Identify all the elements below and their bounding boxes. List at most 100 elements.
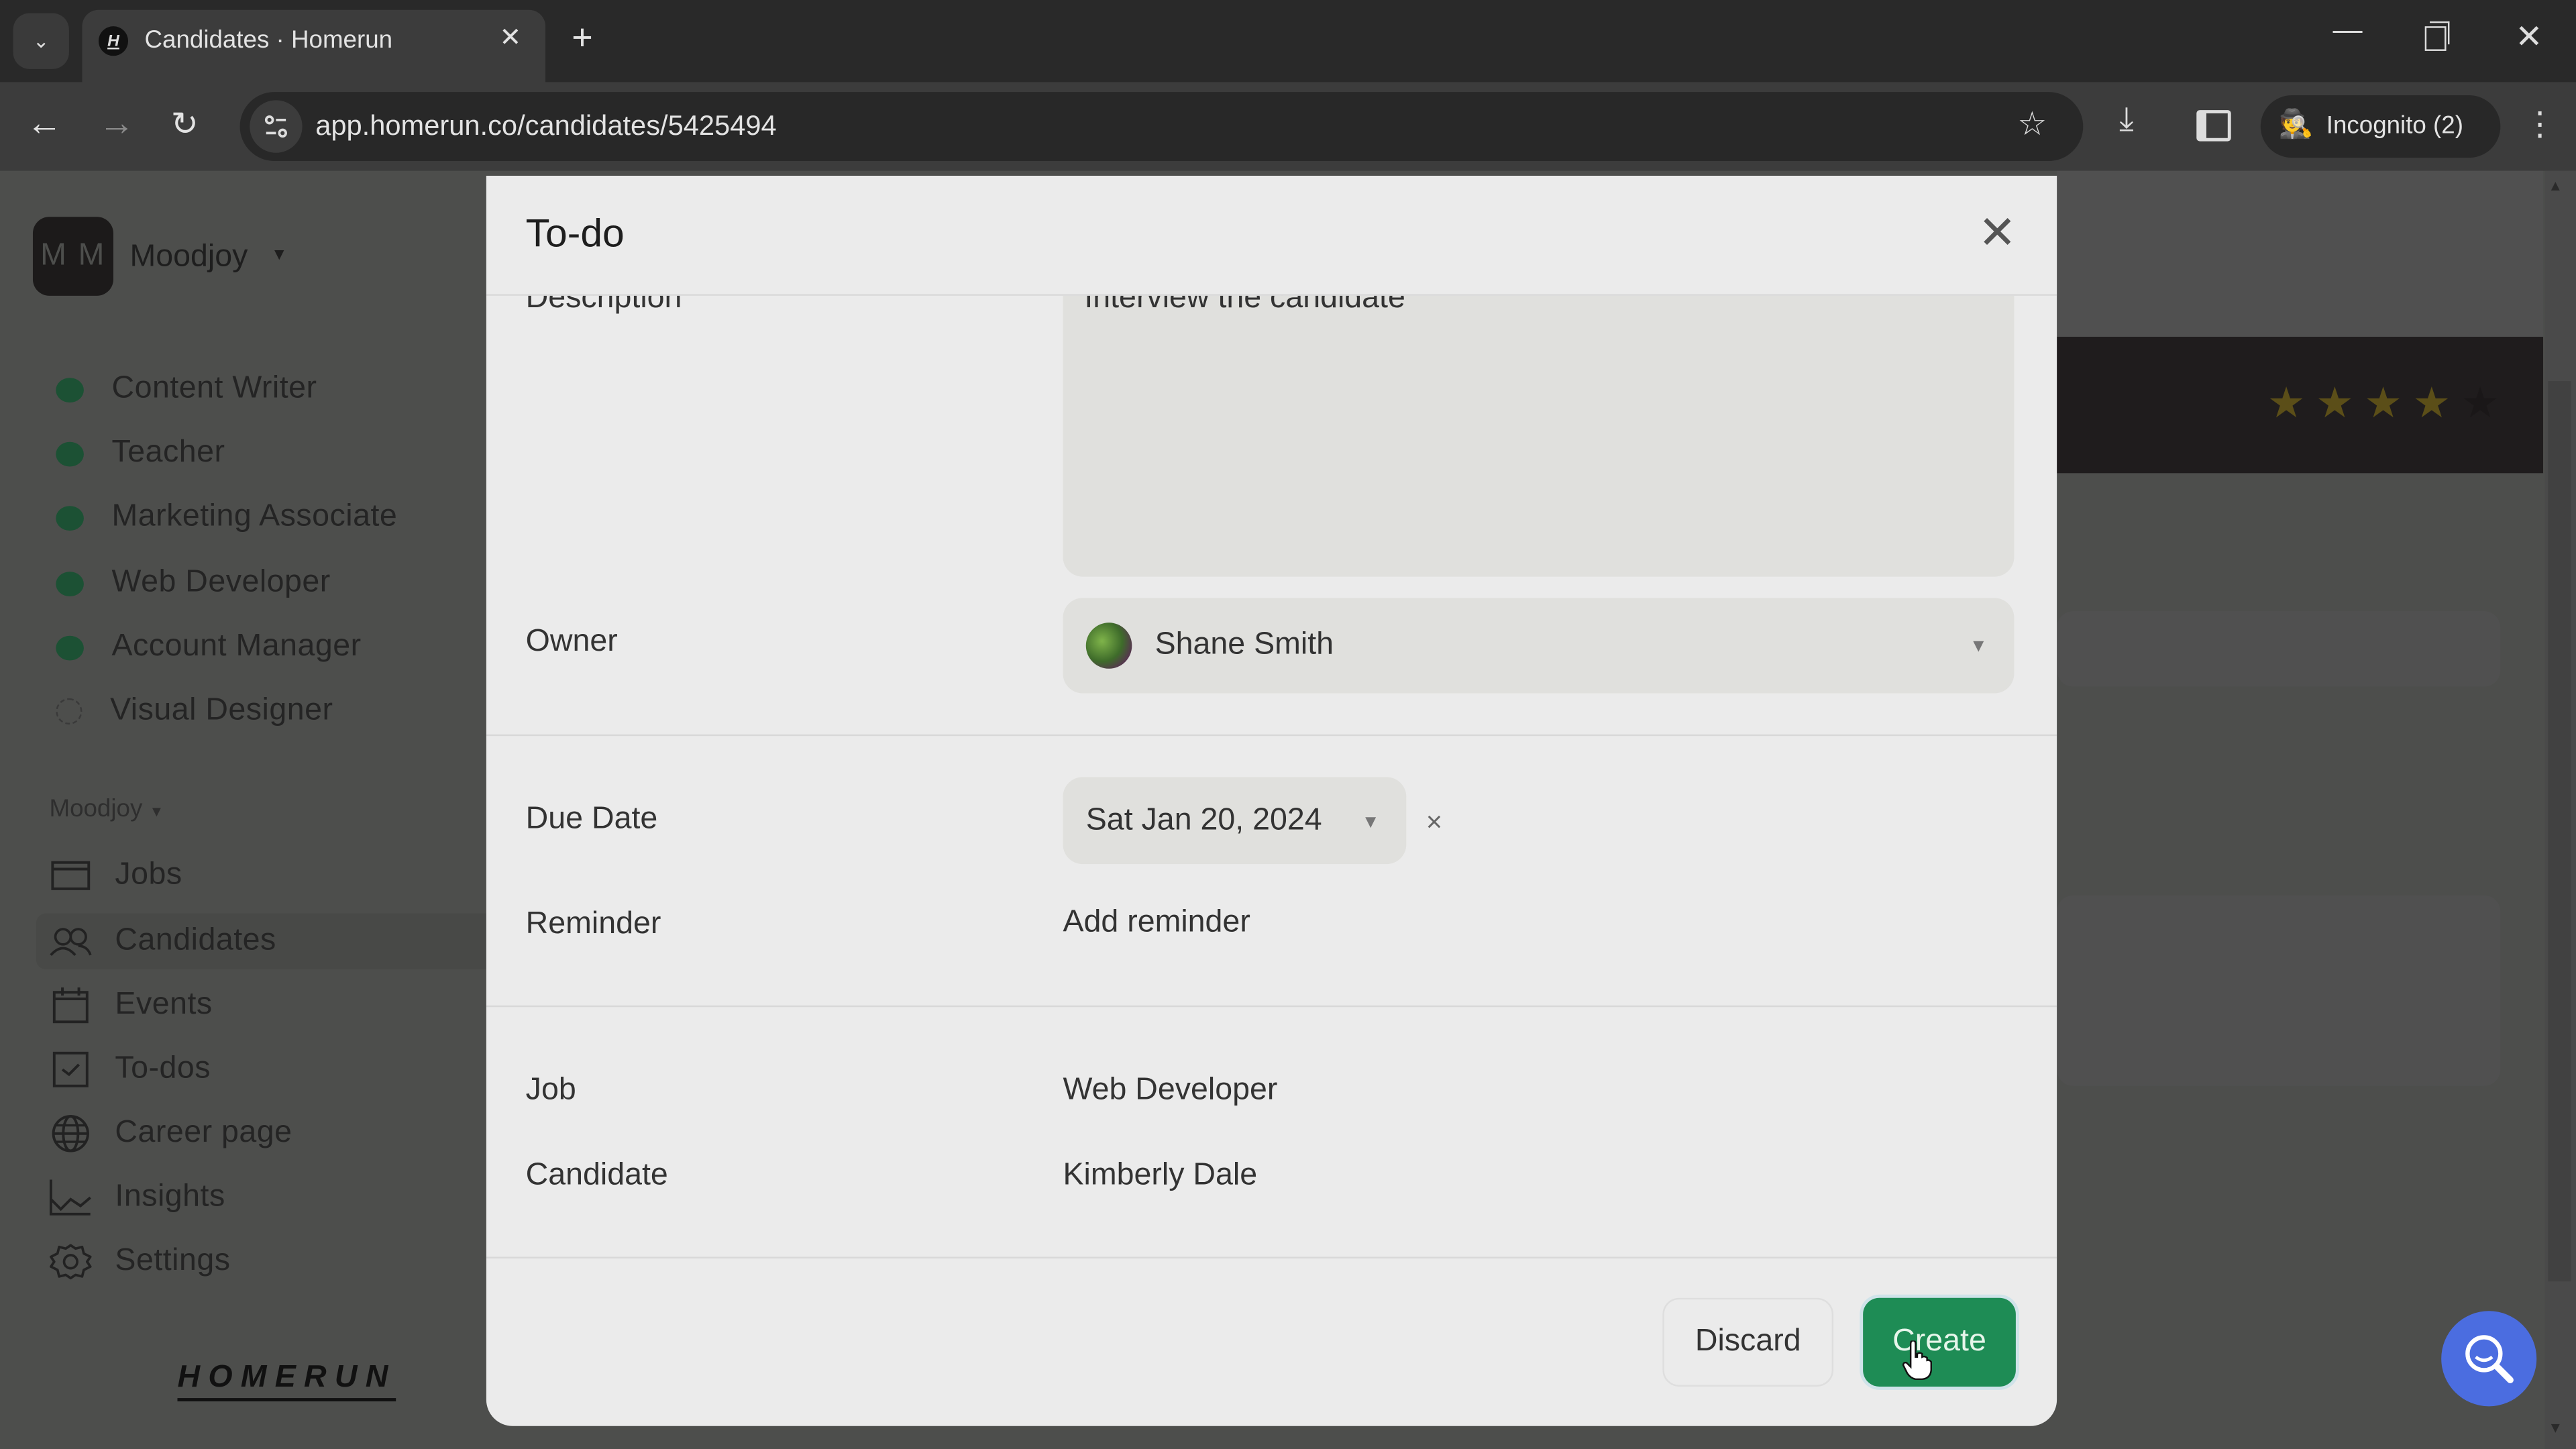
job-label: Teacher	[111, 435, 225, 470]
calendar-icon	[49, 984, 92, 1027]
chart-icon	[49, 1176, 92, 1219]
status-dot-icon	[56, 505, 84, 530]
section-divider	[486, 734, 2057, 737]
hand-cursor-icon	[1902, 1340, 1933, 1388]
chevron-down-icon[interactable]: ▾	[1973, 633, 1984, 659]
scroll-down-arrow-icon[interactable]: ▼	[2548, 1419, 2563, 1436]
url-text[interactable]: app.homerun.co/candidates/5425494	[315, 110, 776, 143]
sidebar-job-item[interactable]: Visual Designer	[56, 687, 333, 736]
nav-label: Candidates	[115, 923, 276, 958]
nav-label: Jobs	[115, 857, 182, 892]
tab-title: Candidates · Homerun	[144, 26, 393, 54]
owner-avatar	[1085, 623, 1132, 669]
star-filled-icon: ★	[2315, 378, 2354, 427]
discard-button[interactable]: Discard	[1662, 1297, 1834, 1387]
candidate-value: Kimberly Dale	[1063, 1158, 1258, 1193]
reload-button[interactable]: ↻	[171, 103, 199, 144]
window-restore-button[interactable]	[2424, 26, 2447, 51]
sidebar-section-header[interactable]: Moodjoy ▼	[49, 795, 164, 823]
status-dot-icon	[56, 571, 84, 596]
download-icon[interactable]: ⤓	[2119, 102, 2134, 140]
star-filled-icon: ★	[2364, 378, 2403, 427]
todo-modal: To-do ✕ Description Interview the candid…	[486, 176, 2057, 1426]
nav-label: Insights	[115, 1179, 225, 1214]
tune-icon	[264, 115, 287, 138]
globe-icon	[49, 1112, 92, 1155]
status-dot-icon	[56, 377, 84, 402]
help-search-button[interactable]	[2441, 1311, 2537, 1407]
incognito-label: Incognito (2)	[2326, 111, 2463, 140]
side-panel-icon[interactable]	[2196, 110, 2231, 142]
new-tab-button[interactable]: +	[572, 16, 592, 59]
star-empty-icon: ★	[2461, 378, 2500, 427]
tab-search-button[interactable]: ⌄	[13, 13, 69, 69]
status-dot-icon	[56, 635, 84, 660]
workspace-switcher[interactable]: Moodjoy	[129, 240, 248, 276]
status-dot-icon	[56, 441, 84, 466]
sidebar-job-item[interactable]: Teacher	[56, 429, 225, 478]
gear-icon	[49, 1240, 92, 1283]
browser-menu-icon[interactable]: ⋮	[2524, 103, 2557, 144]
clear-date-icon[interactable]: ×	[1426, 806, 1442, 839]
jobs-icon	[49, 854, 92, 897]
candidate-label: Candidate	[525, 1158, 668, 1193]
homerun-favicon-icon: H	[98, 26, 129, 56]
back-button[interactable]: ←	[26, 102, 62, 145]
due-date-value[interactable]: Sat Jan 20, 2024	[1086, 804, 1322, 840]
owner-value[interactable]: Shane Smith	[1155, 628, 1334, 664]
workspace-avatar[interactable]: M M	[32, 217, 113, 296]
draft-status-dot-icon	[56, 698, 83, 725]
close-icon[interactable]: ✕	[1978, 205, 2017, 260]
candidate-header-background	[2057, 170, 2544, 337]
job-value: Web Developer	[1063, 1073, 1278, 1108]
sidebar-item-events[interactable]: Events	[49, 977, 486, 1033]
candidate-field-background	[2057, 611, 2501, 687]
star-filled-icon: ★	[2412, 378, 2451, 427]
candidate-card-background	[2057, 895, 2501, 1086]
caret-down-icon: ▼	[271, 246, 288, 265]
sidebar-item-candidates[interactable]: Candidates	[36, 913, 500, 969]
sidebar-item-settings[interactable]: Settings	[49, 1234, 486, 1289]
window-minimize-button[interactable]: —	[2333, 13, 2363, 48]
incognito-icon: 🕵	[2278, 108, 2314, 140]
nav-label: Settings	[115, 1243, 231, 1279]
tab-close-icon[interactable]: ✕	[499, 21, 521, 54]
job-label: Visual Designer	[110, 693, 333, 728]
section-divider	[486, 1005, 2057, 1008]
sidebar-item-career-page[interactable]: Career page	[49, 1106, 486, 1161]
sidebar-job-item[interactable]: Content Writer	[56, 365, 317, 414]
add-reminder-link[interactable]: Add reminder	[1063, 905, 1250, 941]
chevron-down-icon[interactable]: ▾	[1365, 808, 1376, 835]
bookmark-star-icon[interactable]: ☆	[2017, 103, 2047, 144]
candidates-icon	[49, 920, 92, 963]
create-button[interactable]: Create	[1863, 1297, 2016, 1387]
job-label: Web Developer	[111, 565, 331, 600]
homerun-logo: HOMERUN	[177, 1360, 396, 1401]
reminder-label: Reminder	[525, 906, 661, 942]
sidebar-job-item[interactable]: Account Manager	[56, 623, 361, 672]
nav-label: Career page	[115, 1115, 292, 1150]
scroll-up-arrow-icon[interactable]: ▲	[2548, 177, 2563, 193]
sidebar-job-item[interactable]: Marketing Associate	[56, 493, 397, 542]
job-label: Job	[525, 1073, 576, 1108]
nav-label: To-dos	[115, 1051, 211, 1086]
job-label: Account Manager	[111, 629, 362, 664]
sidebar-job-item[interactable]: Web Developer	[56, 559, 331, 608]
section-divider	[486, 1256, 2057, 1258]
search-icon	[2465, 1335, 2514, 1384]
job-label: Marketing Associate	[111, 499, 398, 534]
checkbox-icon	[49, 1048, 92, 1091]
sidebar-item-todos[interactable]: To-dos	[49, 1042, 486, 1097]
scrollbar-thumb[interactable]	[2548, 381, 2571, 1282]
sidebar-item-insights[interactable]: Insights	[49, 1170, 486, 1226]
job-label: Content Writer	[111, 371, 317, 406]
sidebar-item-jobs[interactable]: Jobs	[49, 848, 486, 904]
modal-header: To-do ✕	[486, 176, 2057, 296]
caret-down-icon: ▼	[149, 803, 164, 820]
site-info-icon[interactable]	[250, 100, 303, 153]
window-close-button[interactable]: ✕	[2515, 16, 2542, 57]
modal-title: To-do	[525, 211, 625, 257]
owner-label: Owner	[525, 624, 618, 659]
forward-button[interactable]: →	[99, 102, 135, 145]
nav-label: Events	[115, 987, 213, 1022]
